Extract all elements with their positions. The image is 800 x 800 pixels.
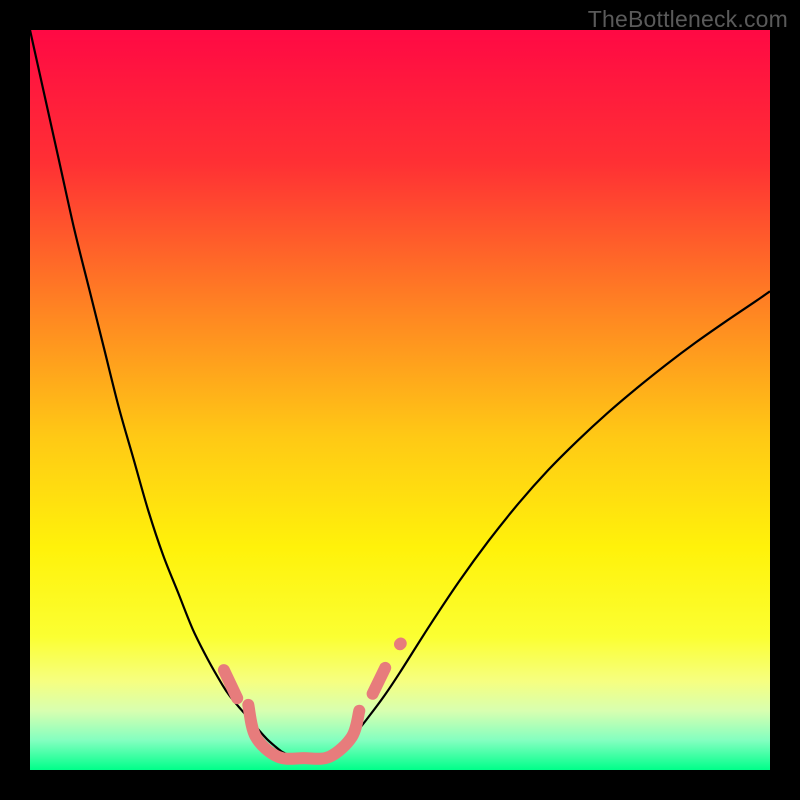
curve-layer xyxy=(30,30,770,770)
series-bottom-flat-curve xyxy=(248,705,359,759)
plot-area xyxy=(30,30,770,770)
series-right-short-segment xyxy=(373,668,386,694)
series-right-curve xyxy=(326,291,770,755)
chart-frame: TheBottleneck.com xyxy=(0,0,800,800)
series-left-short-segment xyxy=(224,670,237,698)
series-right-dot xyxy=(400,643,401,644)
series-left-curve xyxy=(30,30,289,755)
watermark-text: TheBottleneck.com xyxy=(588,6,788,33)
